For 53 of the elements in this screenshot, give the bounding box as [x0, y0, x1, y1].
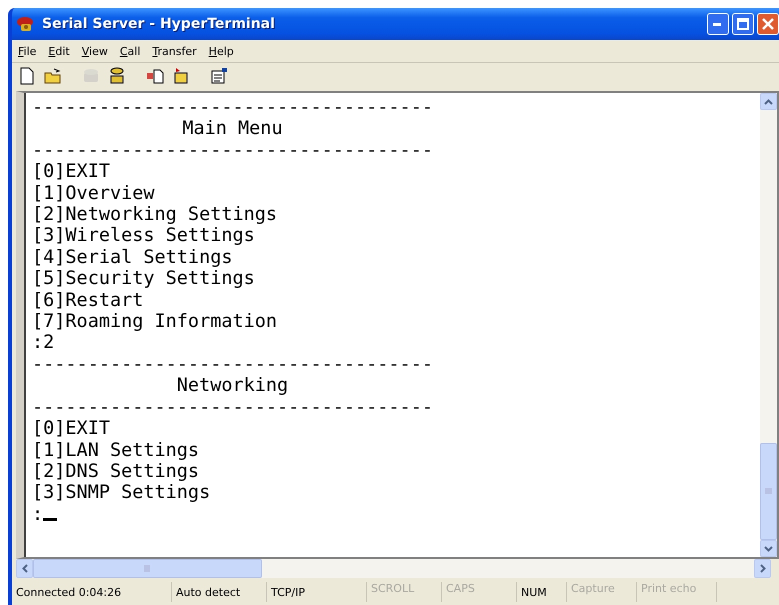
menu-item[interactable]: Help: [202, 44, 240, 58]
terminal-line: [0]EXIT: [32, 161, 111, 183]
window-title: Serial Server - HyperTerminal: [42, 16, 276, 32]
status-panel: Capture: [567, 582, 637, 602]
maximize-button[interactable]: [732, 13, 754, 35]
menu-item[interactable]: Call: [114, 44, 146, 58]
scroll-right-button[interactable]: [754, 559, 771, 578]
terminal-line: [3]Wireless Settings: [32, 225, 256, 247]
minimize-icon: [713, 22, 723, 26]
horizontal-scrollbar[interactable]: [16, 559, 771, 578]
status-panel: CAPS: [442, 582, 517, 602]
minimize-button[interactable]: [707, 13, 729, 35]
status-panel: Print echo: [637, 582, 717, 602]
menu-heading: Networking: [176, 375, 290, 397]
status-panel: SCROLL: [367, 582, 442, 602]
terminal-line: [6]Restart: [32, 290, 144, 312]
text-cursor: [43, 518, 58, 522]
terminal-line: [1]Overview: [32, 182, 156, 204]
terminal-line: [7]Roaming Information: [32, 311, 278, 332]
scroll-thumb[interactable]: [760, 443, 777, 540]
terminal-line: [3]SNMP Settings: [32, 482, 212, 504]
menu-heading: Main Menu: [181, 118, 284, 140]
terminal-line: [0]EXIT: [32, 418, 111, 440]
scroll-thumb[interactable]: [33, 559, 262, 578]
divider-line: ------------------------------------: [32, 354, 433, 376]
menu-item[interactable]: Edit: [42, 44, 76, 58]
terminal-line: [2]Networking Settings: [32, 204, 278, 226]
scroll-up-button[interactable]: [760, 93, 777, 110]
menu-item[interactable]: View: [76, 44, 114, 58]
divider-line: ------------------------------------: [32, 97, 433, 118]
scroll-left-button[interactable]: [16, 559, 33, 578]
status-panel: TCP/IP: [267, 582, 367, 602]
status-panel: Auto detect: [172, 582, 267, 602]
status-panel: Connected 0:04:26: [12, 582, 172, 602]
terminal-line: :2: [32, 332, 56, 354]
terminal-line: [1]LAN Settings: [32, 440, 200, 461]
menu-item[interactable]: Transfer: [146, 44, 203, 58]
status-panel: NUM: [517, 582, 567, 602]
terminal-line: [2]DNS Settings: [32, 460, 200, 482]
menu-item[interactable]: File: [12, 44, 42, 58]
terminal-line: [4]Serial Settings: [32, 246, 234, 268]
grip-icon: [765, 488, 772, 495]
maximize-icon: [737, 18, 749, 30]
close-button[interactable]: [757, 13, 779, 35]
telephone-icon: [16, 15, 36, 33]
close-icon: [762, 18, 774, 30]
scroll-down-button[interactable]: [760, 540, 777, 557]
vertical-scrollbar[interactable]: [760, 93, 777, 557]
terminal-line: [5]Security Settings: [32, 268, 256, 290]
divider-line: ------------------------------------: [32, 396, 433, 418]
prompt-text: :: [32, 504, 44, 526]
divider-line: ------------------------------------: [32, 140, 433, 162]
grip-icon: [144, 565, 151, 572]
